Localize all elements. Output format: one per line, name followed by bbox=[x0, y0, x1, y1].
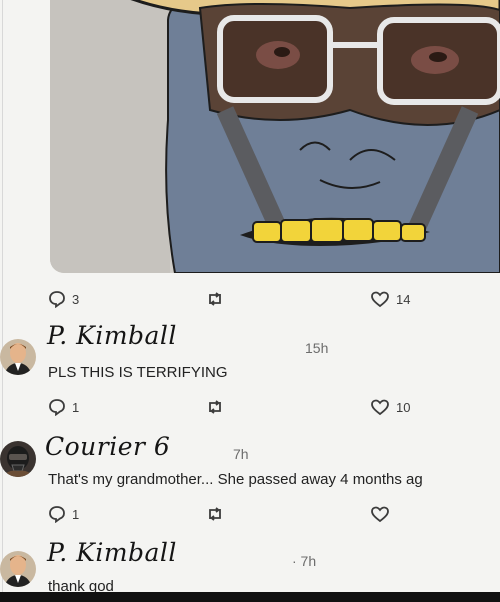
avatar[interactable] bbox=[0, 551, 36, 587]
reply-button[interactable]: 1 bbox=[48, 394, 79, 420]
comment-icon bbox=[49, 291, 65, 308]
avatar[interactable] bbox=[0, 441, 36, 477]
post-image-drawing bbox=[50, 0, 500, 273]
comment-count: 3 bbox=[72, 291, 80, 307]
kimball-avatar-image bbox=[0, 339, 36, 375]
like-button[interactable]: 10 bbox=[370, 394, 410, 420]
kimball-avatar-image bbox=[0, 551, 36, 587]
retweet-button[interactable] bbox=[205, 286, 225, 312]
post-image[interactable] bbox=[50, 0, 500, 273]
retweet-button[interactable] bbox=[205, 501, 225, 527]
reply-text: That's my grandmother... She passed away… bbox=[48, 471, 423, 488]
avatar[interactable] bbox=[0, 339, 36, 375]
comment-icon bbox=[49, 399, 65, 416]
like-count: 10 bbox=[396, 399, 411, 415]
reply-author[interactable]: Courier 6 bbox=[45, 432, 170, 461]
comment-count: 1 bbox=[72, 506, 80, 522]
comment-icon bbox=[49, 506, 65, 523]
reply-time: · 7h bbox=[292, 553, 317, 569]
heart-icon bbox=[371, 506, 389, 523]
reply-author[interactable]: P. Kimball bbox=[47, 321, 177, 350]
like-count: 14 bbox=[396, 291, 411, 307]
heart-icon bbox=[371, 291, 389, 308]
reply-author[interactable]: P. Kimball bbox=[47, 538, 177, 567]
like-button[interactable] bbox=[370, 501, 396, 527]
heart-icon bbox=[371, 399, 389, 416]
like-button[interactable]: 14 bbox=[370, 286, 410, 312]
courier-avatar-image bbox=[0, 441, 36, 477]
bottom-bar bbox=[0, 592, 500, 602]
retweet-icon bbox=[209, 292, 221, 306]
retweet-button[interactable] bbox=[205, 394, 225, 420]
reply-actions: 1 10 bbox=[0, 394, 500, 420]
reply-time: 15h bbox=[305, 340, 329, 356]
comment-count: 1 bbox=[72, 399, 80, 415]
reply-button[interactable]: 1 bbox=[48, 501, 79, 527]
reply-text: PLS THIS IS TERRIFYING bbox=[48, 364, 228, 381]
post-actions: 3 14 bbox=[0, 286, 500, 312]
retweet-icon bbox=[209, 400, 221, 414]
reply-actions: 1 bbox=[0, 501, 500, 527]
reply-time: 7h bbox=[233, 446, 249, 462]
reply-button[interactable]: 3 bbox=[48, 286, 79, 312]
retweet-icon bbox=[209, 507, 221, 521]
